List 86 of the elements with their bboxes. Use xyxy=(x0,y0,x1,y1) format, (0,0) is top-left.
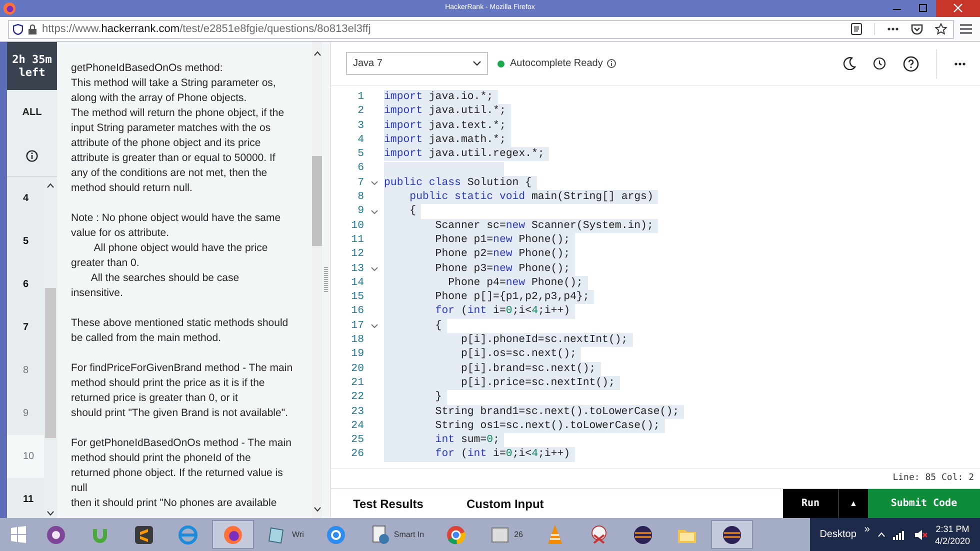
line-number: 23 xyxy=(350,404,364,419)
line-number: 21 xyxy=(350,376,364,390)
status-dot-icon xyxy=(497,60,505,68)
taskbar-app-button[interactable] xyxy=(212,520,254,549)
line-number: 19 xyxy=(350,347,364,362)
autocomplete-status: Autocomplete Ready xyxy=(510,57,603,71)
tray-chevron-icon[interactable] xyxy=(878,532,885,537)
line-number: 17 xyxy=(350,318,364,334)
taskbar-app-button[interactable]: 26 xyxy=(480,520,531,549)
fold-chevron-icon[interactable] xyxy=(370,266,378,271)
volume-muted-icon[interactable] xyxy=(914,529,927,540)
more-icon[interactable] xyxy=(954,62,966,66)
clock-date: 4/2/2020 xyxy=(934,534,970,546)
drag-handle-icon[interactable] xyxy=(324,267,328,293)
info-icon[interactable] xyxy=(26,150,38,162)
line-number: 22 xyxy=(350,390,364,405)
language-dropdown[interactable]: Java 7 xyxy=(346,52,488,75)
firefox-logo-icon xyxy=(3,2,16,15)
line-number: 15 xyxy=(350,290,364,304)
line-number: 26 xyxy=(350,447,364,462)
line-number: 16 xyxy=(350,304,364,319)
line-number: 7 xyxy=(356,176,364,190)
app-icon xyxy=(176,522,200,546)
taskbar-app-button[interactable]: Smart In xyxy=(360,520,432,549)
line-number: 24 xyxy=(350,418,364,434)
scrollbar-thumb[interactable] xyxy=(45,288,56,438)
expand-button[interactable]: ▲ xyxy=(838,489,868,518)
more-icon[interactable] xyxy=(887,27,899,31)
line-number: 18 xyxy=(350,333,364,348)
line-number: 2 xyxy=(356,104,364,119)
timer-text: 2h 35m xyxy=(12,53,52,66)
menu-icon[interactable] xyxy=(960,24,972,34)
more-button[interactable]: » xyxy=(864,522,870,537)
pocket-icon[interactable] xyxy=(911,24,923,34)
taskbar-app-button[interactable] xyxy=(711,520,753,549)
all-questions-tab[interactable]: ALL xyxy=(22,105,42,120)
line-number: 8 xyxy=(356,190,364,204)
line-number: 1 xyxy=(356,90,364,104)
line-number: 13 xyxy=(350,262,364,276)
reader-view-icon[interactable] xyxy=(851,23,862,35)
network-icon[interactable] xyxy=(892,530,907,540)
fold-chevron-icon[interactable] xyxy=(370,180,378,185)
fold-chevron-icon[interactable] xyxy=(370,210,378,214)
line-number: 9 xyxy=(356,204,364,219)
scroll-up-icon[interactable] xyxy=(47,183,54,188)
timer-label: left xyxy=(18,66,46,79)
line-number: 14 xyxy=(350,276,364,290)
scroll-down-icon[interactable] xyxy=(47,511,54,516)
question-paragraph: These above mentioned static methods should be called from the main method. xyxy=(71,316,290,346)
address-bar[interactable]: https://www.hackerrank.com/test/e2851e8fgie/questions/8o813el3ffj xyxy=(8,20,954,38)
line-number: 4 xyxy=(356,132,364,148)
line-number: 20 xyxy=(350,362,364,376)
run-button[interactable]: Run xyxy=(783,489,838,518)
line-number: 6 xyxy=(356,161,364,176)
help-icon[interactable] xyxy=(903,56,919,72)
scroll-up-icon[interactable] xyxy=(314,51,320,56)
line-number: 12 xyxy=(350,247,364,262)
desktop-toolbar-label: Desktop xyxy=(820,528,856,542)
taskbar-app-button[interactable]: Wri xyxy=(258,520,312,549)
question-paragraph: getPhoneIdBasedOnOs method: This method will take a String parameter os, along with the array of Phone objects. The method will return the phone object, if the input String parameter matches with the os attribute of the phone object and its price attribute is greater than or equal to 50000. If any of the conditions are not met, then the method should return null. xyxy=(71,61,286,196)
url-text: https://www.hackerrank.com/test/e2851e8fgie/questions/8o813el3ffj xyxy=(42,22,371,37)
info-icon[interactable] xyxy=(606,59,616,68)
question-paragraph: Note : No phone object would have the same value for os attribute. All phone object would have the price greater than 0. All the searches should be case insensitive. xyxy=(71,211,282,301)
submit-code-button[interactable]: Submit Code xyxy=(868,489,980,518)
scrollbar-thumb[interactable] xyxy=(312,156,322,246)
question-number-tab[interactable]: 10 xyxy=(7,435,44,478)
moon-icon[interactable] xyxy=(843,57,856,70)
line-number: 25 xyxy=(350,433,364,448)
chevron-down-icon xyxy=(473,61,481,66)
clock-time: 2:31 PM xyxy=(936,522,970,534)
close-icon[interactable] xyxy=(936,0,980,17)
cursor-position: Line: 85 Col: 2 xyxy=(892,472,974,485)
bottom-tab[interactable]: Test Results xyxy=(353,494,424,512)
history-icon[interactable] xyxy=(873,57,886,70)
line-number: 5 xyxy=(356,147,364,162)
line-number: 11 xyxy=(350,232,364,248)
bottom-tab[interactable]: Custom Input xyxy=(466,494,544,512)
line-number: 10 xyxy=(350,218,364,233)
star-icon[interactable] xyxy=(935,23,947,35)
question-paragraph: For getPhoneIdBasedOnOs method - The main method should print the phoneId of the returned phone object. If the returned value is null then it should print "No phones are available xyxy=(71,436,292,511)
scroll-down-icon[interactable] xyxy=(314,507,320,512)
lock-icon xyxy=(28,24,37,34)
shield-icon[interactable] xyxy=(13,24,23,34)
fold-chevron-icon[interactable] xyxy=(370,324,378,328)
question-paragraph: For findPriceForGivenBrand method - The main method should print the price as it is if the returned price is greater than 0, or it should print "The given Brand is not available". xyxy=(71,361,294,421)
line-number: 3 xyxy=(356,118,364,133)
